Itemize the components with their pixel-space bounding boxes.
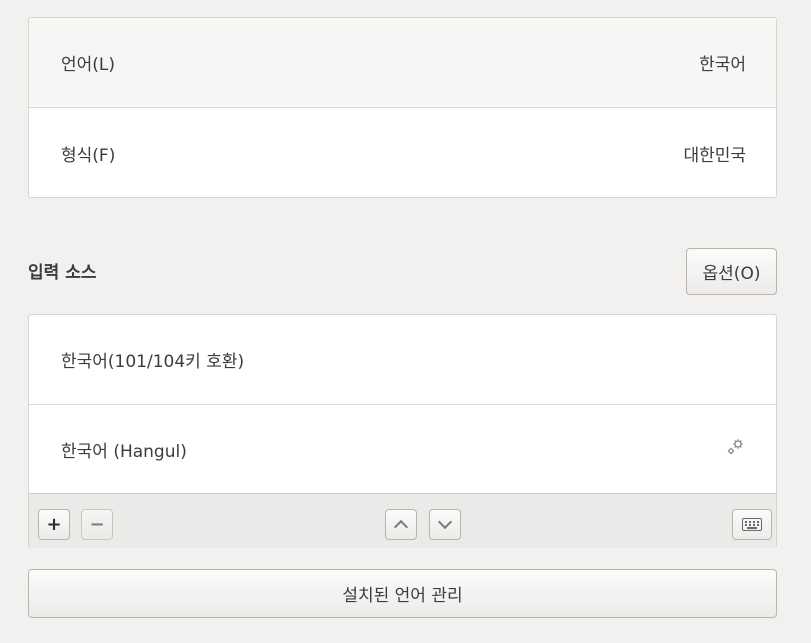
keyboard-icon: [742, 518, 762, 531]
chevron-up-icon: [393, 519, 409, 535]
move-up-button[interactable]: [385, 509, 417, 540]
remove-input-source-button[interactable]: −: [81, 509, 113, 540]
input-sources-list: 한국어(101/104키 호환) 한국어 (Hangul) + −: [28, 314, 777, 548]
format-value: 대한민국: [683, 145, 746, 166]
input-sources-toolbar: + −: [29, 494, 776, 548]
gear-icon[interactable]: [724, 436, 746, 463]
move-down-button[interactable]: [429, 509, 461, 540]
language-value: 한국어: [699, 55, 746, 75]
options-button[interactable]: 옵션(O): [686, 248, 777, 295]
language-row[interactable]: 언어(L) 한국어: [29, 18, 776, 108]
region-settings-panel: 언어(L) 한국어 형식(F) 대한민국: [28, 17, 777, 198]
input-source-label: 한국어 (Hangul): [61, 441, 187, 462]
chevron-down-icon: [437, 514, 453, 530]
format-label: 형식(F): [61, 145, 116, 166]
keyboard-layout-button[interactable]: [732, 509, 772, 540]
language-label: 언어(L): [61, 55, 116, 75]
manage-installed-languages-button[interactable]: 설치된 언어 관리: [28, 569, 777, 618]
format-row[interactable]: 형식(F) 대한민국: [29, 108, 776, 198]
input-source-item[interactable]: 한국어 (Hangul): [29, 405, 776, 494]
input-source-item[interactable]: 한국어(101/104키 호환): [29, 315, 776, 405]
input-source-label: 한국어(101/104키 호환): [61, 352, 245, 372]
input-sources-heading: 입력 소스: [28, 263, 97, 283]
add-input-source-button[interactable]: +: [38, 509, 70, 540]
